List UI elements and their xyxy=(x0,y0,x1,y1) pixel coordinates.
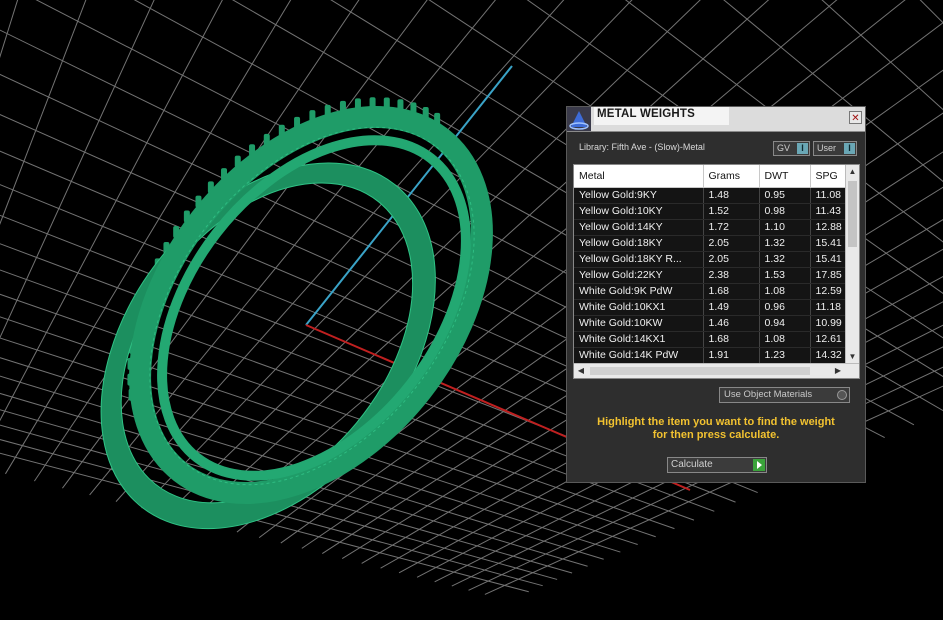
table-cell: 1.23 xyxy=(759,347,811,364)
gv-toggle-indicator: I xyxy=(797,143,808,154)
table-cell: 1.68 xyxy=(703,283,760,300)
use-object-materials-toggle[interactable]: Use Object Materials xyxy=(719,387,850,403)
table-cell: 1.49 xyxy=(703,299,760,316)
table-row[interactable]: Yellow Gold:14KY 1.72 1.10 12.88 xyxy=(574,219,856,236)
table-cell: 2.05 xyxy=(703,235,760,252)
table-row[interactable]: White Gold:10KX1 1.49 0.96 11.18 xyxy=(574,299,856,316)
table-cell: Yellow Gold:9KY xyxy=(574,187,704,204)
table-cell: White Gold:10KX1 xyxy=(574,299,704,316)
table-row[interactable]: Yellow Gold:18KY 2.05 1.32 15.41 xyxy=(574,235,856,252)
scroll-up-icon[interactable]: ▲ xyxy=(846,165,859,179)
user-toggle[interactable]: User I xyxy=(813,141,857,156)
calculate-label: Calculate xyxy=(671,459,713,470)
table-cell: Yellow Gold:22KY xyxy=(574,267,704,284)
table-row[interactable]: Yellow Gold:22KY 2.38 1.53 17.85 xyxy=(574,267,856,284)
radio-icon xyxy=(837,390,847,400)
user-toggle-label: User xyxy=(817,143,837,153)
table-row[interactable]: White Gold:14KX1 1.68 1.08 12.61 xyxy=(574,331,856,348)
table-row[interactable]: White Gold:9K PdW 1.68 1.08 12.59 xyxy=(574,283,856,300)
table-cell: 1.72 xyxy=(703,219,760,236)
table-row[interactable]: Yellow Gold:9KY 1.48 0.95 11.08 xyxy=(574,187,856,204)
table-cell: 2.05 xyxy=(703,251,760,268)
calculate-button[interactable]: Calculate xyxy=(667,457,767,473)
table-cell: 1.32 xyxy=(759,251,811,268)
table-row[interactable]: Yellow Gold:18KY R... 2.05 1.32 15.41 xyxy=(574,251,856,268)
panel-titlebar[interactable]: METAL WEIGHTS ✕ xyxy=(567,107,865,132)
table-cell: 1.46 xyxy=(703,315,760,332)
table-cell: Yellow Gold:14KY xyxy=(574,219,704,236)
horizontal-scrollbar[interactable]: ◀ ▶ xyxy=(574,363,859,378)
horizontal-scroll-thumb[interactable] xyxy=(590,367,810,375)
vertical-scrollbar[interactable]: ▲ ▼ xyxy=(845,165,859,364)
table-cell: 1.68 xyxy=(703,331,760,348)
gv-toggle-label: GV xyxy=(777,143,791,153)
table-row[interactable]: White Gold:10KW 1.46 0.94 10.99 xyxy=(574,315,856,332)
table-cell: White Gold:9K PdW xyxy=(574,283,704,300)
use-object-materials-label: Use Object Materials xyxy=(724,389,813,400)
metal-table[interactable]: Metal Grams DWT SPG Yellow Gold:9KY 1.48 0.95… xyxy=(573,164,860,379)
close-button[interactable]: ✕ xyxy=(849,111,862,124)
table-cell: 1.32 xyxy=(759,235,811,252)
instruction-text: Highlight the item you want to find the … xyxy=(567,416,865,442)
app-logo-icon xyxy=(567,107,591,131)
library-label: Library: Fifth Ave - (Slow)-Metal xyxy=(579,142,705,152)
table-row[interactable]: Yellow Gold:10KY 1.52 0.98 11.43 xyxy=(574,203,856,220)
column-header-metal[interactable]: Metal xyxy=(574,165,704,188)
table-cell: Yellow Gold:18KY R... xyxy=(574,251,704,268)
play-icon xyxy=(753,459,765,471)
table-cell: 0.94 xyxy=(759,315,811,332)
table-cell: White Gold:14KX1 xyxy=(574,331,704,348)
table-cell: 2.38 xyxy=(703,267,760,284)
instruction-line-2: for then press calculate. xyxy=(652,429,780,441)
table-cell: 0.96 xyxy=(759,299,811,316)
scroll-right-icon[interactable]: ▶ xyxy=(831,364,845,378)
scroll-left-icon[interactable]: ◀ xyxy=(574,364,588,378)
table-cell: 1.08 xyxy=(759,283,811,300)
table-cell: 0.95 xyxy=(759,187,811,204)
ring-model[interactable] xyxy=(70,52,552,559)
table-cell: White Gold:14K PdW xyxy=(574,347,704,364)
scroll-down-icon[interactable]: ▼ xyxy=(846,350,859,364)
panel-title: METAL WEIGHTS xyxy=(597,108,696,120)
table-cell: 1.48 xyxy=(703,187,760,204)
column-header-grams[interactable]: Grams xyxy=(703,165,760,188)
vertical-scroll-thumb[interactable] xyxy=(848,181,857,247)
table-cell: Yellow Gold:10KY xyxy=(574,203,704,220)
table-cell: 0.98 xyxy=(759,203,811,220)
table-cell: Yellow Gold:18KY xyxy=(574,235,704,252)
table-row[interactable]: White Gold:14K PdW 1.91 1.23 14.32 xyxy=(574,347,856,364)
table-cell: 1.10 xyxy=(759,219,811,236)
instruction-line-1: Highlight the item you want to find the … xyxy=(597,416,835,428)
column-header-dwt[interactable]: DWT xyxy=(759,165,811,188)
user-toggle-indicator: I xyxy=(844,143,855,154)
table-cell: 1.08 xyxy=(759,331,811,348)
table-cell: 1.91 xyxy=(703,347,760,364)
table-cell: 1.53 xyxy=(759,267,811,284)
table-cell: White Gold:10KW xyxy=(574,315,704,332)
gv-toggle[interactable]: GV I xyxy=(773,141,810,156)
table-cell: 1.52 xyxy=(703,203,760,220)
metal-weights-panel: METAL WEIGHTS ✕ Library: Fifth Ave - (Sl… xyxy=(566,106,866,483)
